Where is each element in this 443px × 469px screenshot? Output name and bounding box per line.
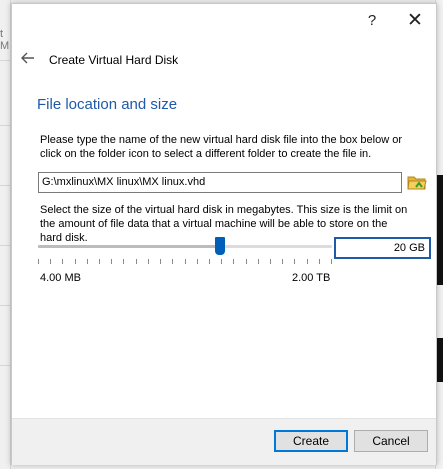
slider-tick [258, 259, 259, 264]
background-divider [0, 185, 10, 186]
size-input[interactable]: 20 GB [334, 237, 431, 259]
background-divider [0, 60, 10, 61]
slider-tick [331, 259, 332, 264]
slider-tick [319, 259, 320, 264]
slider-tick [172, 259, 173, 264]
folder-icon [407, 176, 427, 190]
page-heading: File location and size [37, 96, 178, 113]
cancel-button[interactable]: Cancel [354, 430, 428, 452]
slider-tick [148, 259, 149, 264]
slider-tick [62, 259, 63, 264]
min-size-label: 4.00 MB [40, 272, 81, 284]
slider-tick [87, 259, 88, 264]
slider-tick [160, 259, 161, 264]
slider-tick [270, 259, 271, 264]
slider-tick [221, 259, 222, 264]
slider-tick [209, 259, 210, 264]
slider-tick [307, 259, 308, 264]
wizard-page: File location and size Please type the n… [22, 84, 432, 416]
slider-tick [294, 259, 295, 264]
slider-tick [99, 259, 100, 264]
slider-tick [197, 259, 198, 264]
background-block [436, 338, 443, 382]
max-size-label: 2.00 TB [292, 272, 331, 284]
background-block [436, 175, 443, 285]
create-virtual-hard-disk-dialog: ? ✕ Create Virtual Hard Disk File locati… [11, 3, 437, 465]
dialog-footer: Create Cancel [12, 418, 436, 465]
close-icon: ✕ [407, 10, 423, 31]
help-icon: ? [367, 12, 377, 29]
file-location-input[interactable]: G:\mxlinux\MX linux\MX linux.vhd [38, 172, 402, 193]
slider-tick [75, 259, 76, 264]
background-text: t M [0, 28, 10, 52]
dialog-title: Create Virtual Hard Disk [49, 53, 179, 67]
slider-tick [246, 259, 247, 264]
slider-tick [38, 259, 39, 264]
background-divider [0, 245, 10, 246]
slider-tick [185, 259, 186, 264]
slider-tick [136, 259, 137, 264]
back-arrow-icon [21, 52, 34, 64]
slider-tick [111, 259, 112, 264]
slider-thumb[interactable] [215, 237, 225, 255]
create-button[interactable]: Create [274, 430, 348, 452]
close-button[interactable]: ✕ [402, 10, 428, 32]
choose-folder-button[interactable] [407, 172, 427, 192]
back-button[interactable] [16, 48, 40, 68]
slider-fill [38, 245, 220, 248]
title-bar: ? ✕ [12, 4, 436, 38]
slider-tick [123, 259, 124, 264]
slider-tick [233, 259, 234, 264]
slider-tick [50, 259, 51, 264]
size-slider[interactable] [38, 234, 332, 268]
background-divider [0, 305, 10, 306]
background-divider [0, 125, 10, 126]
location-description: Please type the name of the new virtual … [40, 134, 402, 160]
slider-tick [282, 259, 283, 264]
background-divider [0, 365, 10, 366]
help-button[interactable]: ? [359, 10, 385, 32]
background-window-left: t M [0, 0, 11, 469]
